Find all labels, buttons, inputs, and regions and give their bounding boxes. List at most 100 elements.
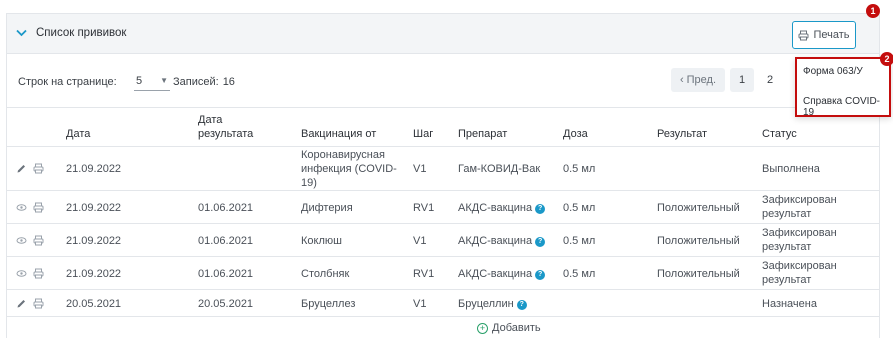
cell-vaccination-line2: инфекция (COVID- <box>301 163 397 175</box>
cell-dose: 0.5 мл <box>563 202 596 214</box>
table-row: 21.09.2022 01.06.2021 Дифтерия RV1 АКДС-… <box>7 191 879 224</box>
cell-result: Положительный <box>657 235 740 247</box>
cell-date: 21.09.2022 <box>66 202 122 214</box>
pencil-icon[interactable] <box>16 163 27 174</box>
col-result-date-line1: Дата <box>198 114 223 126</box>
help-icon[interactable]: ? <box>535 204 546 214</box>
help-icon[interactable]: ? <box>535 237 546 247</box>
cell-vaccination-line1: Столбняк <box>301 268 350 280</box>
chevron-down-icon <box>16 29 27 37</box>
cell-result-date: 01.06.2021 <box>198 268 254 280</box>
col-step: Шаг <box>413 128 434 140</box>
panel-header: Список прививок Печать <box>7 14 879 54</box>
col-drug: Препарат <box>458 128 508 140</box>
rows-per-page-label: Строк на странице: <box>18 76 117 88</box>
pager-row: Строк на странице: 5 ▼ Записей: 16 ‹ Пред… <box>7 55 879 107</box>
printer-icon[interactable] <box>33 298 44 309</box>
table-header: Дата Дата результата Вакцинация от Шаг П… <box>7 107 879 147</box>
table-row: 21.09.2022 01.06.2021 Коклюш V1 АКДС-вак… <box>7 224 879 257</box>
cell-result-date: 01.06.2021 <box>198 235 254 247</box>
records-count: 16 <box>222 76 235 88</box>
collapse-toggle[interactable]: Список прививок <box>15 26 126 39</box>
drug-name: Бруцеллин <box>458 298 514 310</box>
printer-icon[interactable] <box>33 235 44 246</box>
panel-title: Список прививок <box>36 26 127 39</box>
prev-page-label: Пред. <box>686 74 717 86</box>
cell-vaccination-line3: 19) <box>301 177 317 189</box>
cell-drug: АКДС-вакцина? <box>458 201 546 215</box>
add-label: Добавить <box>492 322 541 334</box>
printer-icon[interactable] <box>33 202 44 213</box>
table-row: 21.09.2022 01.06.2021 Столбняк RV1 АКДС-… <box>7 257 879 290</box>
cell-status-line1: Зафиксирован <box>762 194 837 206</box>
menu-item-form-063[interactable]: Форма 063/У <box>803 66 863 77</box>
cell-drug: АКДС-вакцина? <box>458 234 546 248</box>
cell-date: 21.09.2022 <box>66 235 122 247</box>
eye-icon[interactable] <box>16 202 27 213</box>
page-button-2[interactable]: 2 <box>758 68 782 92</box>
caret-down-icon: ▼ <box>160 76 168 85</box>
cell-status-line1: Зафиксирован <box>762 227 837 239</box>
add-vaccination-button[interactable]: + Добавить <box>477 322 541 334</box>
cell-result: Положительный <box>657 202 740 214</box>
cell-status: Выполнена <box>762 163 820 175</box>
prev-page-button[interactable]: ‹ Пред. <box>671 68 725 92</box>
print-dropdown-menu: Форма 063/У Справка COVID-19 <box>795 57 891 118</box>
help-icon[interactable]: ? <box>516 300 527 310</box>
cell-result-date: 01.06.2021 <box>198 202 254 214</box>
cell-vaccination-line1: Дифтерия <box>301 202 353 214</box>
cell-dose: 0.5 мл <box>563 235 596 247</box>
col-result-date-line2: результата <box>198 128 254 140</box>
cell-drug: Бруцеллин? <box>458 297 527 311</box>
eye-icon[interactable] <box>16 235 27 246</box>
pencil-icon[interactable] <box>16 298 27 309</box>
cell-date: 21.09.2022 <box>66 268 122 280</box>
menu-item-covid-certificate[interactable]: Справка COVID-19 <box>803 96 889 118</box>
cell-vaccination-line1: Коклюш <box>301 235 342 247</box>
add-row: + Добавить <box>7 317 879 338</box>
drug-name: АКДС-вакцина <box>458 268 533 280</box>
cell-step: RV1 <box>413 268 435 280</box>
eye-icon[interactable] <box>16 268 27 279</box>
page-button-1[interactable]: 1 <box>730 68 754 92</box>
col-date: Дата <box>66 128 91 140</box>
cell-vaccination-line1: Бруцеллез <box>301 298 356 310</box>
vaccination-panel: Список прививок Печать Строк на странице… <box>6 13 880 338</box>
cell-step: V1 <box>413 235 427 247</box>
drug-name: АКДС-вакцина <box>458 235 533 247</box>
rows-per-page-select[interactable]: 5 ▼ <box>134 71 170 91</box>
cell-vaccination-line1: Коронавирусная <box>301 149 385 161</box>
plus-circle-icon: + <box>477 322 488 334</box>
cell-date: 21.09.2022 <box>66 163 122 175</box>
cell-step: RV1 <box>413 202 435 214</box>
records-label: Записей: <box>173 76 219 88</box>
step-badge-2: 2 <box>880 52 893 66</box>
cell-status: Назначена <box>762 298 817 310</box>
table-row: 21.09.2022 Коронавирусная инфекция (COVI… <box>7 147 879 191</box>
table-row: 20.05.2021 20.05.2021 Бруцеллез V1 Бруце… <box>7 290 879 317</box>
print-button[interactable]: Печать <box>792 21 856 49</box>
step-badge-1: 1 <box>866 4 880 18</box>
chevron-left-icon: ‹ <box>679 74 684 86</box>
cell-dose: 0.5 мл <box>563 163 596 175</box>
cell-drug: Гам-КОВИД-Вак <box>458 163 541 175</box>
cell-step: V1 <box>413 163 427 175</box>
printer-icon <box>798 30 809 40</box>
col-vaccination-from: Вакцинация от <box>301 128 377 140</box>
help-icon[interactable]: ? <box>535 270 546 280</box>
cell-status-line2: результат <box>762 208 812 220</box>
cell-step: V1 <box>413 298 427 310</box>
col-result: Результат <box>657 128 708 140</box>
cell-status-line2: результат <box>762 241 812 253</box>
printer-icon[interactable] <box>33 268 44 279</box>
drug-name: АКДС-вакцина <box>458 202 533 214</box>
cell-status-line2: результат <box>762 274 812 286</box>
col-status: Статус <box>762 128 797 140</box>
cell-drug: АКДС-вакцина? <box>458 267 546 281</box>
printer-icon[interactable] <box>33 163 44 174</box>
cell-dose: 0.5 мл <box>563 268 596 280</box>
rows-per-page-value: 5 <box>136 74 143 87</box>
col-dose: Доза <box>563 128 588 140</box>
cell-status-line1: Зафиксирован <box>762 260 837 272</box>
cell-result: Положительный <box>657 268 740 280</box>
